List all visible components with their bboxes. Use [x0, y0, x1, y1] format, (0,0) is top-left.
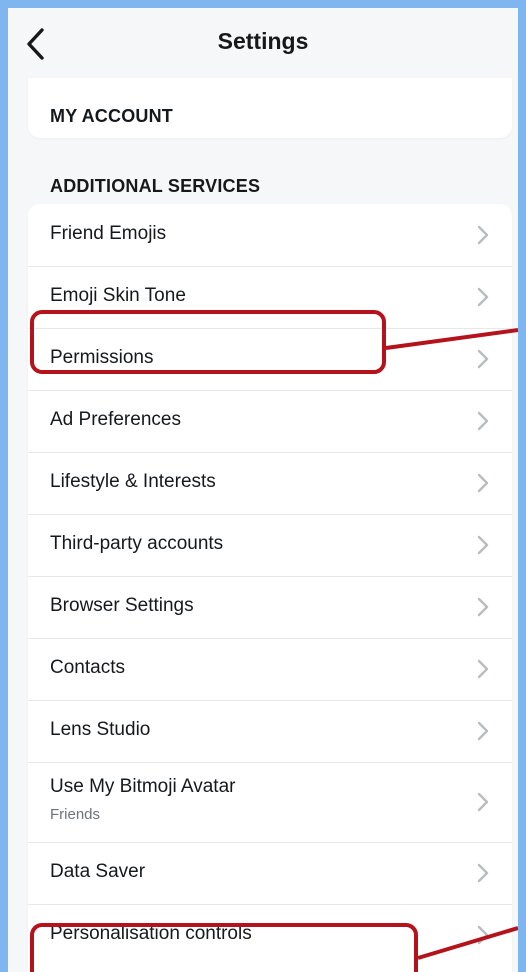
settings-item-label: Browser Settings [50, 595, 194, 616]
chevron-right-icon [477, 349, 489, 369]
settings-item-lifestyle-interests[interactable]: Lifestyle & Interests [28, 452, 512, 515]
settings-item-label: Emoji Skin Tone [50, 285, 186, 306]
settings-item-label: Contacts [50, 657, 125, 678]
settings-item-label: Lifestyle & Interests [50, 471, 216, 492]
chevron-right-icon [477, 925, 489, 945]
settings-item-label: Lens Studio [50, 719, 151, 740]
chevron-right-icon [477, 535, 489, 555]
settings-item-label: Personalisation controls [50, 923, 252, 944]
settings-item-third-party-accounts[interactable]: Third-party accounts [28, 514, 512, 577]
chevron-right-icon [477, 473, 489, 493]
chevron-right-icon [477, 659, 489, 679]
header: Settings [8, 8, 518, 78]
section-my-account[interactable]: MY ACCOUNT [50, 106, 173, 127]
settings-item-label: Use My Bitmoji Avatar [50, 776, 236, 797]
settings-item-data-saver[interactable]: Data Saver [28, 842, 512, 905]
section-additional-services: ADDITIONAL SERVICES [50, 176, 261, 196]
additional-services-list: Friend Emojis Emoji Skin Tone Permissions A… [28, 204, 512, 972]
settings-item-sublabel: Friends [50, 806, 101, 823]
chevron-right-icon [477, 597, 489, 617]
settings-item-label: Permissions [50, 347, 154, 368]
settings-item-use-my-bitmoji-avatar[interactable]: Use My Bitmoji Avatar Friends [28, 762, 512, 843]
settings-item-friend-emojis[interactable]: Friend Emojis [28, 204, 512, 267]
settings-item-label: Ad Preferences [50, 409, 181, 430]
chevron-right-icon [477, 792, 489, 812]
settings-item-label: Data Saver [50, 861, 146, 882]
settings-item-ad-preferences[interactable]: Ad Preferences [28, 390, 512, 453]
page-title: Settings [217, 28, 309, 54]
settings-item-label: Third-party accounts [50, 533, 224, 554]
settings-item-personalisation-controls[interactable]: Personalisation controls [28, 904, 512, 966]
chevron-right-icon [477, 411, 489, 431]
settings-item-label: Friend Emojis [50, 223, 167, 244]
settings-item-lens-studio[interactable]: Lens Studio [28, 700, 512, 763]
chevron-right-icon [477, 287, 489, 307]
chevron-right-icon [477, 863, 489, 883]
settings-item-browser-settings[interactable]: Browser Settings [28, 576, 512, 639]
settings-item-permissions[interactable]: Permissions [28, 328, 512, 391]
chevron-right-icon [477, 225, 489, 245]
settings-item-emoji-skin-tone[interactable]: Emoji Skin Tone [28, 266, 512, 329]
chevron-right-icon [477, 721, 489, 741]
settings-screen: Settings MY ACCOUNT ADDITIONAL SERVICES … [8, 8, 518, 972]
settings-item-contacts[interactable]: Contacts [28, 638, 512, 701]
